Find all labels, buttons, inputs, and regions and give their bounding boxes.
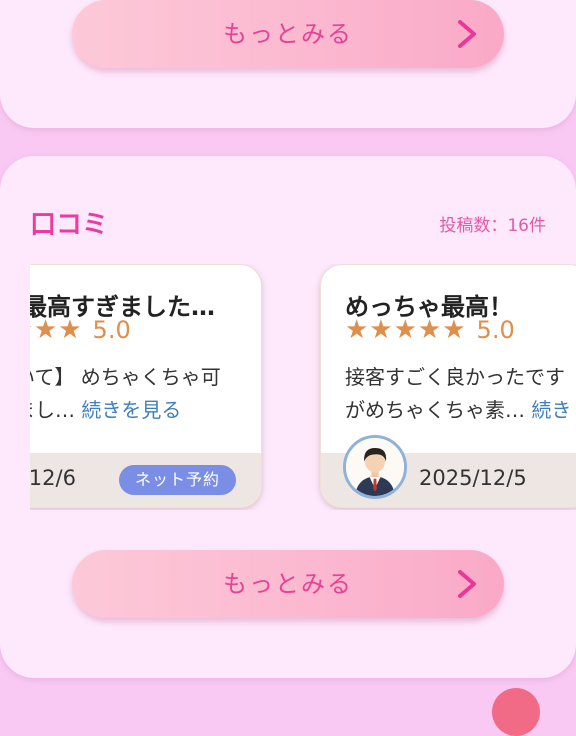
review-date: 25/12/6 (30, 466, 76, 490)
review-excerpt: ついて】 めちゃくちゃ可 きまし… 続きを見る (30, 361, 245, 427)
review-date: 2025/12/5 (419, 466, 527, 490)
review-footer: 25/12/6 ネット予約 (30, 453, 261, 507)
review-card[interactable]: めっちゃ最高！ ★★★★★ 5.0 接客すごく良かったです がめちゃくちゃ素… 続… (320, 264, 576, 508)
review-excerpt-line: ついて】 めちゃくちゃ可 (30, 365, 221, 389)
previous-section-card: もっとみる (0, 0, 576, 128)
reviewer-avatar-icon (343, 435, 407, 499)
see-more-label: もっとみる (223, 570, 353, 598)
floating-action-button[interactable] (492, 688, 540, 736)
review-excerpt-line: きまし… (30, 398, 75, 422)
review-card[interactable]: て最高すぎました… ★★★★★5.0 ついて】 めちゃくちゃ可 きまし… 続きを… (30, 264, 262, 508)
review-excerpt-line: 接客すごく良かったです (345, 365, 565, 389)
see-more-button-top[interactable]: もっとみる (72, 0, 504, 68)
star-rating-icons: ★★★★★ (30, 315, 83, 345)
review-rating: ★★★★★ 5.0 (345, 315, 515, 345)
read-more-link[interactable]: 続きを見る (81, 398, 181, 422)
reviews-section-card: 口コミ 投稿数：16件 て最高すぎました… ★★★★★5.0 ついて】 めちゃく… (0, 156, 576, 678)
net-reservation-badge: ネット予約 (119, 465, 237, 495)
review-excerpt-line: がめちゃくちゃ素… (345, 398, 525, 422)
see-more-reviews-button[interactable]: もっとみる (72, 550, 504, 618)
chevron-right-icon (458, 570, 476, 598)
post-count: 投稿数：16件 (439, 216, 546, 236)
reviews-section-title: 口コミ (30, 210, 109, 240)
review-score: 5.0 (92, 316, 131, 344)
read-more-link[interactable]: 続き (531, 398, 571, 422)
review-score: 5.0 (476, 316, 515, 344)
review-excerpt: 接客すごく良かったです がめちゃくちゃ素… 続き (345, 361, 576, 427)
star-rating-icons: ★★★★★ (345, 315, 467, 345)
see-more-label: もっとみる (223, 20, 353, 48)
review-rating: ★★★★★ 5.0 (30, 315, 131, 345)
reviews-carousel[interactable]: て最高すぎました… ★★★★★5.0 ついて】 めちゃくちゃ可 きまし… 続きを… (30, 264, 576, 510)
chevron-right-icon (458, 20, 476, 48)
